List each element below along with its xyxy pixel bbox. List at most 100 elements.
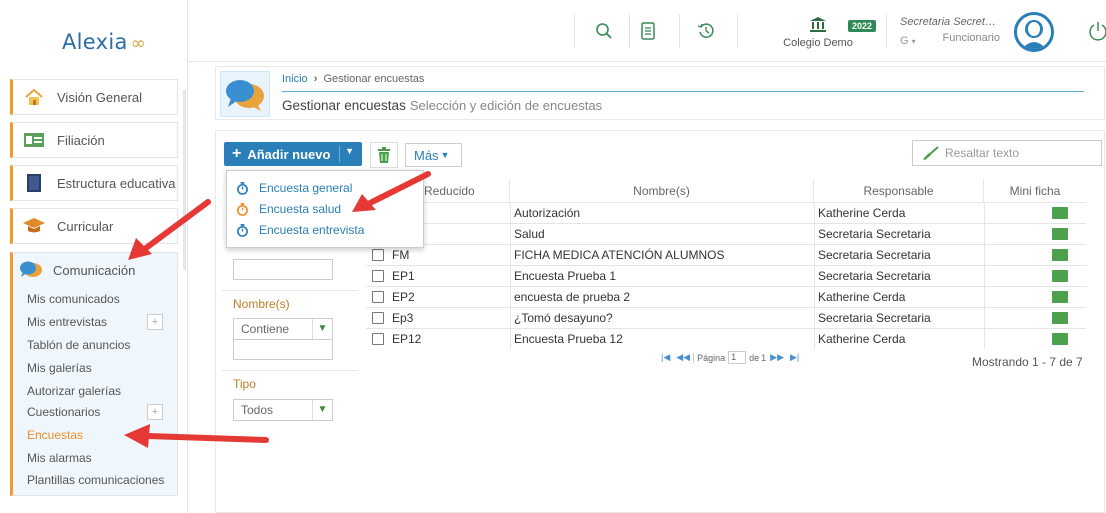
- cell-nombre: FICHA MEDICA ATENCIÓN ALUMNOS: [514, 248, 725, 262]
- last-page-icon[interactable]: ▶|: [790, 352, 799, 363]
- table-row[interactable]: Ep3 ¿Tomó desayuno? Secretaria Secretaria: [366, 307, 1086, 328]
- sidebar-item-estructura-educativa[interactable]: Estructura educativa: [10, 165, 178, 201]
- sidebar-subitem-mis-alarmas[interactable]: Mis alarmas: [27, 451, 92, 465]
- first-page-icon[interactable]: |◀: [661, 352, 670, 363]
- row-checkbox[interactable]: [372, 333, 384, 345]
- sidebar-subitem-encuestas[interactable]: Encuestas: [27, 428, 83, 442]
- mini-ficha-icon[interactable]: [1052, 249, 1068, 261]
- home-icon: [21, 86, 47, 108]
- add-cuestionario-button[interactable]: +: [147, 404, 163, 420]
- avatar[interactable]: [1014, 12, 1054, 52]
- logout-button[interactable]: [1088, 20, 1106, 45]
- table-row[interactable]: Autorización Katherine Cerda: [366, 202, 1086, 223]
- page-subtitle: Selección y edición de encuestas: [409, 98, 603, 113]
- column-header-reducido[interactable]: Reducido: [418, 180, 510, 202]
- sidebar-subitem-plantillas-comunicaciones[interactable]: Plantillas comunicaciones: [27, 473, 164, 487]
- sidebar-scrollbar[interactable]: [183, 90, 186, 270]
- mini-ficha-icon[interactable]: [1052, 270, 1068, 282]
- app-logo[interactable]: Alexia ∞: [62, 30, 146, 54]
- next-page-icon[interactable]: ▶▶: [770, 352, 784, 363]
- school-selector[interactable]: Colegio Demo: [778, 16, 858, 49]
- table-row[interactable]: EP12 Encuesta Prueba 12 Katherine Cerda: [366, 328, 1086, 349]
- mini-ficha-icon[interactable]: [1052, 312, 1068, 324]
- mini-ficha-icon[interactable]: [1052, 228, 1068, 240]
- menu-item-encuesta-salud[interactable]: Encuesta salud: [236, 202, 341, 216]
- column-header-responsable[interactable]: Responsable: [814, 180, 984, 202]
- delete-button[interactable]: [370, 142, 398, 168]
- book-icon: [21, 172, 47, 194]
- caret-down-icon: ▼: [440, 150, 450, 160]
- mini-ficha-icon[interactable]: [1052, 333, 1068, 345]
- sidebar-item-label: Curricular: [57, 218, 114, 234]
- plus-icon: +: [232, 145, 242, 162]
- column-header-mini-ficha[interactable]: Mini ficha: [984, 180, 1086, 202]
- user-info[interactable]: Secretaria Secretari... Funcionario G ▾: [900, 16, 1000, 47]
- chat-bubbles-icon: [19, 259, 45, 281]
- sidebar-item-label: Visión General: [57, 89, 143, 105]
- user-g-menu[interactable]: G ▾: [900, 35, 916, 47]
- menu-item-encuesta-entrevista[interactable]: Encuesta entrevista: [236, 223, 364, 237]
- sidebar-subitem-mis-entrevistas[interactable]: Mis entrevistas: [27, 315, 107, 329]
- table-row[interactable]: Salud Secretaria Secretaria: [366, 223, 1086, 244]
- prev-page-icon[interactable]: ◀◀: [676, 352, 690, 363]
- page-header: Inicio › Gestionar encuestas Gestionar e…: [215, 66, 1105, 120]
- cell-responsable: Secretaria Secretaria: [818, 248, 931, 262]
- stopwatch-icon: [237, 223, 248, 237]
- add-new-button[interactable]: + Añadir nuevo ▼: [224, 142, 362, 166]
- sidebar-item-vision-general[interactable]: Visión General: [10, 79, 178, 115]
- cell-responsable: Katherine Cerda: [818, 290, 906, 304]
- cell-reducido: EP2: [392, 290, 415, 304]
- row-checkbox[interactable]: [372, 249, 384, 261]
- breadcrumb-home[interactable]: Inicio: [282, 73, 308, 85]
- search-button[interactable]: [590, 17, 618, 45]
- page-input[interactable]: 1: [728, 351, 747, 364]
- sidebar-item-curricular[interactable]: Curricular: [10, 208, 178, 244]
- caret-down-icon: ▼: [345, 146, 354, 156]
- table-row[interactable]: FM FICHA MEDICA ATENCIÓN ALUMNOS Secretari…: [366, 244, 1086, 265]
- sidebar-item-comunicacion[interactable]: Comunicación: [13, 253, 177, 287]
- row-checkbox[interactable]: [372, 270, 384, 282]
- history-button[interactable]: [692, 17, 720, 45]
- sidebar-subitem-mis-galerias[interactable]: Mis galerías: [27, 361, 92, 375]
- mini-ficha-icon[interactable]: [1052, 207, 1068, 219]
- sidebar-item-label: Estructura educativa: [57, 175, 176, 191]
- table-row[interactable]: EP2 encuesta de prueba 2 Katherine Cerda: [366, 286, 1086, 307]
- cell-reducido: Ep3: [392, 311, 414, 325]
- sidebar-subitem-cuestionarios[interactable]: Cuestionarios: [27, 405, 100, 419]
- cell-nombre: ¿Tomó desayuno?: [514, 311, 613, 325]
- add-entrevista-button[interactable]: +: [147, 314, 163, 330]
- pagination: |◀ ◀◀ Página 1 de 1 ▶▶ ▶|: [658, 351, 802, 364]
- column-header-nombre[interactable]: Nombre(s): [510, 180, 814, 202]
- user-name: Secretaria Secretari...: [900, 16, 1000, 28]
- institution-icon: [810, 17, 826, 32]
- cell-reducido: FM: [392, 248, 410, 262]
- nombre-filter-input[interactable]: [233, 339, 333, 360]
- breadcrumb-current: Gestionar encuestas: [323, 73, 425, 85]
- more-button[interactable]: Más ▼: [405, 143, 462, 167]
- table-row[interactable]: EP1 Encuesta Prueba 1 Secretaria Secretari…: [366, 265, 1086, 286]
- reducido-filter-input[interactable]: [233, 259, 333, 280]
- sidebar: Alexia ∞ Visión General Filiación Estruct…: [0, 0, 188, 513]
- mini-ficha-icon[interactable]: [1052, 291, 1068, 303]
- menu-item-encuesta-general[interactable]: Encuesta general: [236, 181, 352, 195]
- cell-responsable: Katherine Cerda: [818, 332, 906, 346]
- tipo-select[interactable]: Todos ▼: [233, 399, 333, 421]
- sidebar-subitem-mis-comunicados[interactable]: Mis comunicados: [27, 292, 120, 306]
- sidebar-subitem-tablon-anuncios[interactable]: Tablón de anuncios: [27, 338, 130, 352]
- stopwatch-icon: [237, 181, 248, 195]
- year-badge: 2022: [848, 20, 877, 32]
- trash-icon: [378, 147, 390, 163]
- cell-responsable: Secretaria Secretaria: [818, 311, 931, 325]
- notes-button[interactable]: [634, 17, 662, 45]
- cell-responsable: Secretaria Secretaria: [818, 227, 931, 241]
- nombre-operator-select[interactable]: Contiene ▼: [233, 318, 333, 340]
- highlight-text-input[interactable]: Resaltar texto: [912, 140, 1102, 166]
- row-checkbox[interactable]: [372, 312, 384, 324]
- cell-responsable: Katherine Cerda: [818, 206, 906, 220]
- sidebar-subitem-autorizar-galerias[interactable]: Autorizar galerías: [27, 384, 121, 398]
- cell-nombre: Encuesta Prueba 12: [514, 332, 623, 346]
- sidebar-item-label: Filiación: [57, 132, 105, 148]
- sidebar-item-filiacion[interactable]: Filiación: [10, 122, 178, 158]
- school-name: Colegio Demo: [783, 37, 853, 49]
- row-checkbox[interactable]: [372, 291, 384, 303]
